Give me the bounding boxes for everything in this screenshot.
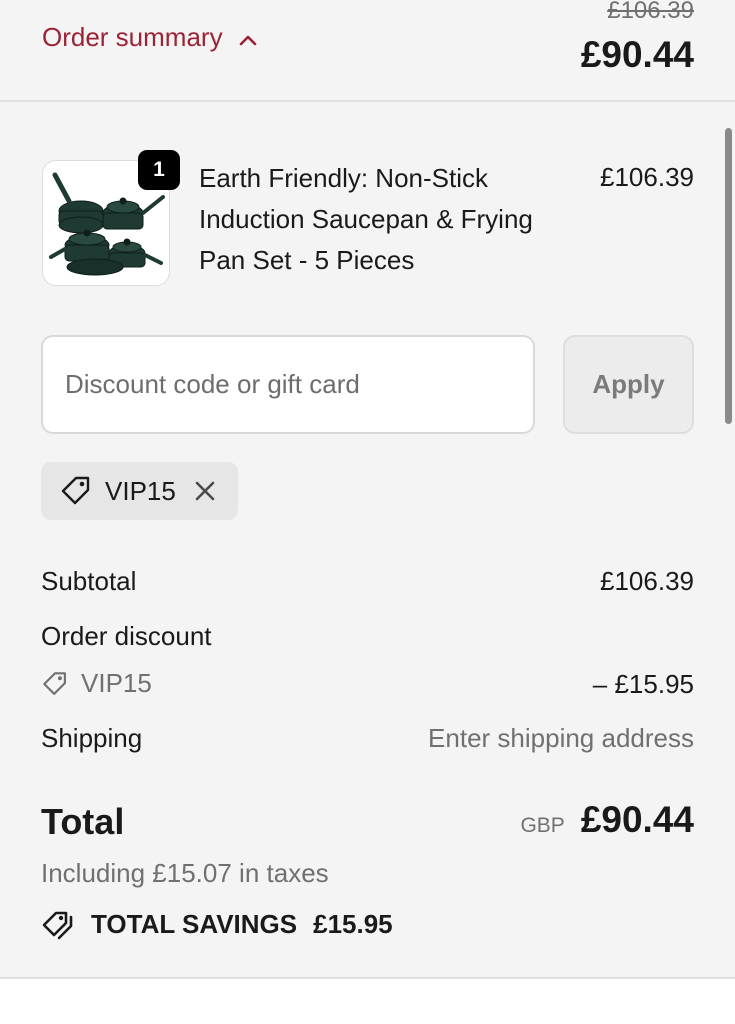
subtotal-label: Subtotal [41, 566, 137, 596]
double-tag-icon [41, 908, 77, 940]
shipping-label: Shipping [41, 723, 143, 753]
product-name: Earth Friendly: Non-Stick Induction Sauc… [199, 163, 533, 275]
tag-icon [59, 474, 93, 508]
savings-label: TOTAL SAVINGS [91, 908, 298, 939]
original-total-price: £106.39 [607, 0, 694, 24]
total-value: £90.44 [580, 799, 694, 840]
subtotal-value: £106.39 [600, 566, 694, 596]
savings-value: £15.95 [313, 908, 393, 939]
order-summary-panel: 1 Earth Friendly: Non-Stick Induction Sa… [0, 102, 735, 979]
product-price: £106.39 [600, 162, 694, 192]
applied-code-label: VIP15 [105, 475, 176, 506]
applied-discount-chip: VIP15 [41, 462, 238, 520]
scrollbar[interactable] [725, 128, 732, 424]
header-total-price: £90.44 [580, 34, 694, 75]
discount-code-input[interactable] [41, 335, 535, 434]
remove-discount-close-icon[interactable] [194, 480, 216, 502]
apply-button[interactable]: Apply [563, 335, 694, 434]
discount-code-line: VIP15 [41, 668, 152, 699]
order-summary-label: Order summary [42, 22, 223, 52]
discount-code-label: VIP15 [81, 668, 152, 698]
tag-icon [41, 670, 69, 698]
chevron-up-icon [223, 22, 257, 53]
order-discount-label: Order discount [41, 621, 212, 651]
taxes-note: Including £15.07 in taxes [41, 858, 329, 888]
order-summary-toggle[interactable]: Order summary [42, 22, 257, 53]
discount-amount: – £15.95 [592, 669, 694, 699]
total-amount: GBP £90.44 [520, 799, 694, 841]
shipping-value: Enter shipping address [428, 723, 694, 753]
order-summary-header: Order summary £106.39 £90.44 [0, 0, 735, 102]
total-savings: TOTAL SAVINGS £15.95 [41, 908, 393, 940]
total-label: Total [41, 801, 125, 842]
quantity-badge: 1 [138, 150, 180, 190]
currency-code: GBP [520, 814, 565, 837]
